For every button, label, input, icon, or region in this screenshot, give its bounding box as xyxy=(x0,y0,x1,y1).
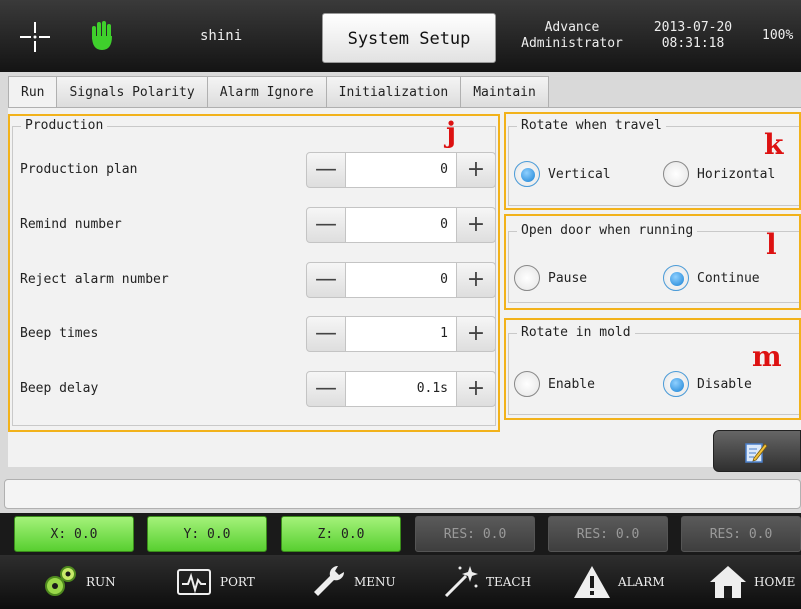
home-icon xyxy=(710,566,746,598)
warning-icon xyxy=(574,566,610,598)
nav-teach[interactable]: TEACH xyxy=(440,555,531,609)
radio-continue[interactable]: Continue xyxy=(663,265,760,291)
radio-enable-label: Enable xyxy=(548,376,595,392)
radio-horizontal[interactable]: Horizontal xyxy=(663,161,775,187)
nav-menu[interactable]: MENU xyxy=(308,555,396,609)
beep-delay-value[interactable]: 0.1s xyxy=(346,371,456,407)
port-icon xyxy=(177,569,211,595)
beep-times-value[interactable]: 1 xyxy=(346,316,456,352)
radio-disable[interactable]: Disable xyxy=(663,371,752,397)
time-display: 08:31:18 xyxy=(661,36,725,51)
open-door-title: Open door when running xyxy=(517,223,698,238)
production-title: Production xyxy=(21,118,108,133)
radio-vertical[interactable]: Vertical xyxy=(514,161,611,187)
increment-button[interactable]: + xyxy=(456,262,496,298)
axis-res-position: RES: 0.0 xyxy=(548,516,668,552)
radio-vertical-label: Vertical xyxy=(548,166,611,182)
annotation-l: l xyxy=(766,228,777,261)
nav-port[interactable]: PORT xyxy=(174,555,255,609)
remind-number-stepper: — 0 + xyxy=(306,207,496,243)
bottom-nav: RUN PORT MENU TEACH ALARM HOME xyxy=(0,555,801,609)
decrement-button[interactable]: — xyxy=(306,207,346,243)
hand-stop-icon[interactable] xyxy=(88,20,116,52)
nav-port-label: PORT xyxy=(220,575,255,589)
tab-run[interactable]: Run xyxy=(8,76,58,110)
reject-alarm-number-stepper: — 0 + xyxy=(306,262,496,298)
decrement-button[interactable]: — xyxy=(306,371,346,407)
speed-percent[interactable]: 100% xyxy=(762,28,793,43)
beep-times-stepper: — 1 + xyxy=(306,316,496,352)
rotate-travel-title: Rotate when travel xyxy=(517,118,666,133)
beep-delay-stepper: — 0.1s + xyxy=(306,371,496,407)
message-bar xyxy=(4,479,801,509)
current-user: shini xyxy=(200,28,243,44)
gears-icon xyxy=(45,566,76,596)
radio-unselected-icon xyxy=(514,265,540,291)
nav-run-label: RUN xyxy=(86,575,116,589)
tab-signals-polarity[interactable]: Signals Polarity xyxy=(56,76,208,108)
magic-wand-icon xyxy=(444,566,478,598)
decrement-button[interactable]: — xyxy=(306,316,346,352)
edit-pencil-icon xyxy=(745,443,768,463)
axis-z-position: Z: 0.0 xyxy=(281,516,401,552)
radio-pause[interactable]: Pause xyxy=(514,265,587,291)
top-bar: shini System Setup Advance Administrator… xyxy=(0,0,801,72)
radio-disable-label: Disable xyxy=(697,376,752,392)
wrench-icon xyxy=(314,565,345,596)
nav-run[interactable]: RUN xyxy=(40,555,116,609)
remind-number-label: Remind number xyxy=(20,217,122,232)
increment-button[interactable]: + xyxy=(456,371,496,407)
nav-home-label: HOME xyxy=(754,575,796,589)
axis-x-position: X: 0.0 xyxy=(14,516,134,552)
decrement-button[interactable]: — xyxy=(306,262,346,298)
increment-button[interactable]: + xyxy=(456,316,496,352)
radio-pause-label: Pause xyxy=(548,270,588,286)
nav-menu-label: MENU xyxy=(354,575,396,589)
production-plan-label: Production plan xyxy=(20,162,138,177)
axis-res-position: RES: 0.0 xyxy=(415,516,535,552)
crosshair-icon[interactable] xyxy=(20,22,50,52)
radio-selected-icon xyxy=(514,161,540,187)
beep-delay-label: Beep delay xyxy=(20,381,99,396)
tab-bar: Run Signals Polarity Alarm Ignore Initia… xyxy=(8,76,549,110)
user-level[interactable]: Advance Administrator xyxy=(512,20,632,52)
radio-unselected-icon xyxy=(514,371,540,397)
date-display: 2013-07-20 xyxy=(653,20,733,35)
tab-maintain[interactable]: Maintain xyxy=(460,76,549,108)
increment-button[interactable]: + xyxy=(456,152,496,188)
rotate-mold-title: Rotate in mold xyxy=(517,325,635,340)
axis-y-position: Y: 0.0 xyxy=(147,516,267,552)
tab-alarm-ignore[interactable]: Alarm Ignore xyxy=(206,76,327,108)
nav-home[interactable]: HOME xyxy=(708,555,795,609)
radio-selected-icon xyxy=(663,371,689,397)
production-plan-stepper: — 0 + xyxy=(306,152,496,188)
page-title-button[interactable]: System Setup xyxy=(322,13,496,63)
user-level-line2: Administrator xyxy=(521,36,623,51)
radio-horizontal-label: Horizontal xyxy=(697,166,776,182)
annotation-j: j xyxy=(446,116,457,149)
nav-alarm[interactable]: ALARM xyxy=(572,555,665,609)
radio-enable[interactable]: Enable xyxy=(514,371,595,397)
date-time: 2013-07-20 08:31:18 xyxy=(640,20,746,52)
radio-unselected-icon xyxy=(663,161,689,187)
reject-alarm-number-label: Reject alarm number xyxy=(20,272,169,287)
annotation-k: k xyxy=(764,128,784,161)
radio-continue-label: Continue xyxy=(697,270,760,286)
annotation-m: m xyxy=(752,340,782,373)
main-panel: Production j Production plan — 0 + Remin… xyxy=(8,107,801,467)
edit-button[interactable] xyxy=(713,430,801,472)
axis-res-position: RES: 0.0 xyxy=(681,516,801,552)
axis-status-bar: X: 0.0 Y: 0.0 Z: 0.0 RES: 0.0 RES: 0.0 R… xyxy=(0,513,801,555)
nav-alarm-label: ALARM xyxy=(618,575,665,589)
increment-button[interactable]: + xyxy=(456,207,496,243)
user-level-line1: Advance xyxy=(544,20,600,35)
radio-selected-icon xyxy=(663,265,689,291)
remind-number-value[interactable]: 0 xyxy=(346,207,456,243)
tab-initialization[interactable]: Initialization xyxy=(325,76,462,108)
reject-alarm-number-value[interactable]: 0 xyxy=(346,262,456,298)
production-plan-value[interactable]: 0 xyxy=(346,152,456,188)
decrement-button[interactable]: — xyxy=(306,152,346,188)
beep-times-label: Beep times xyxy=(20,326,99,341)
nav-teach-label: TEACH xyxy=(486,575,532,589)
